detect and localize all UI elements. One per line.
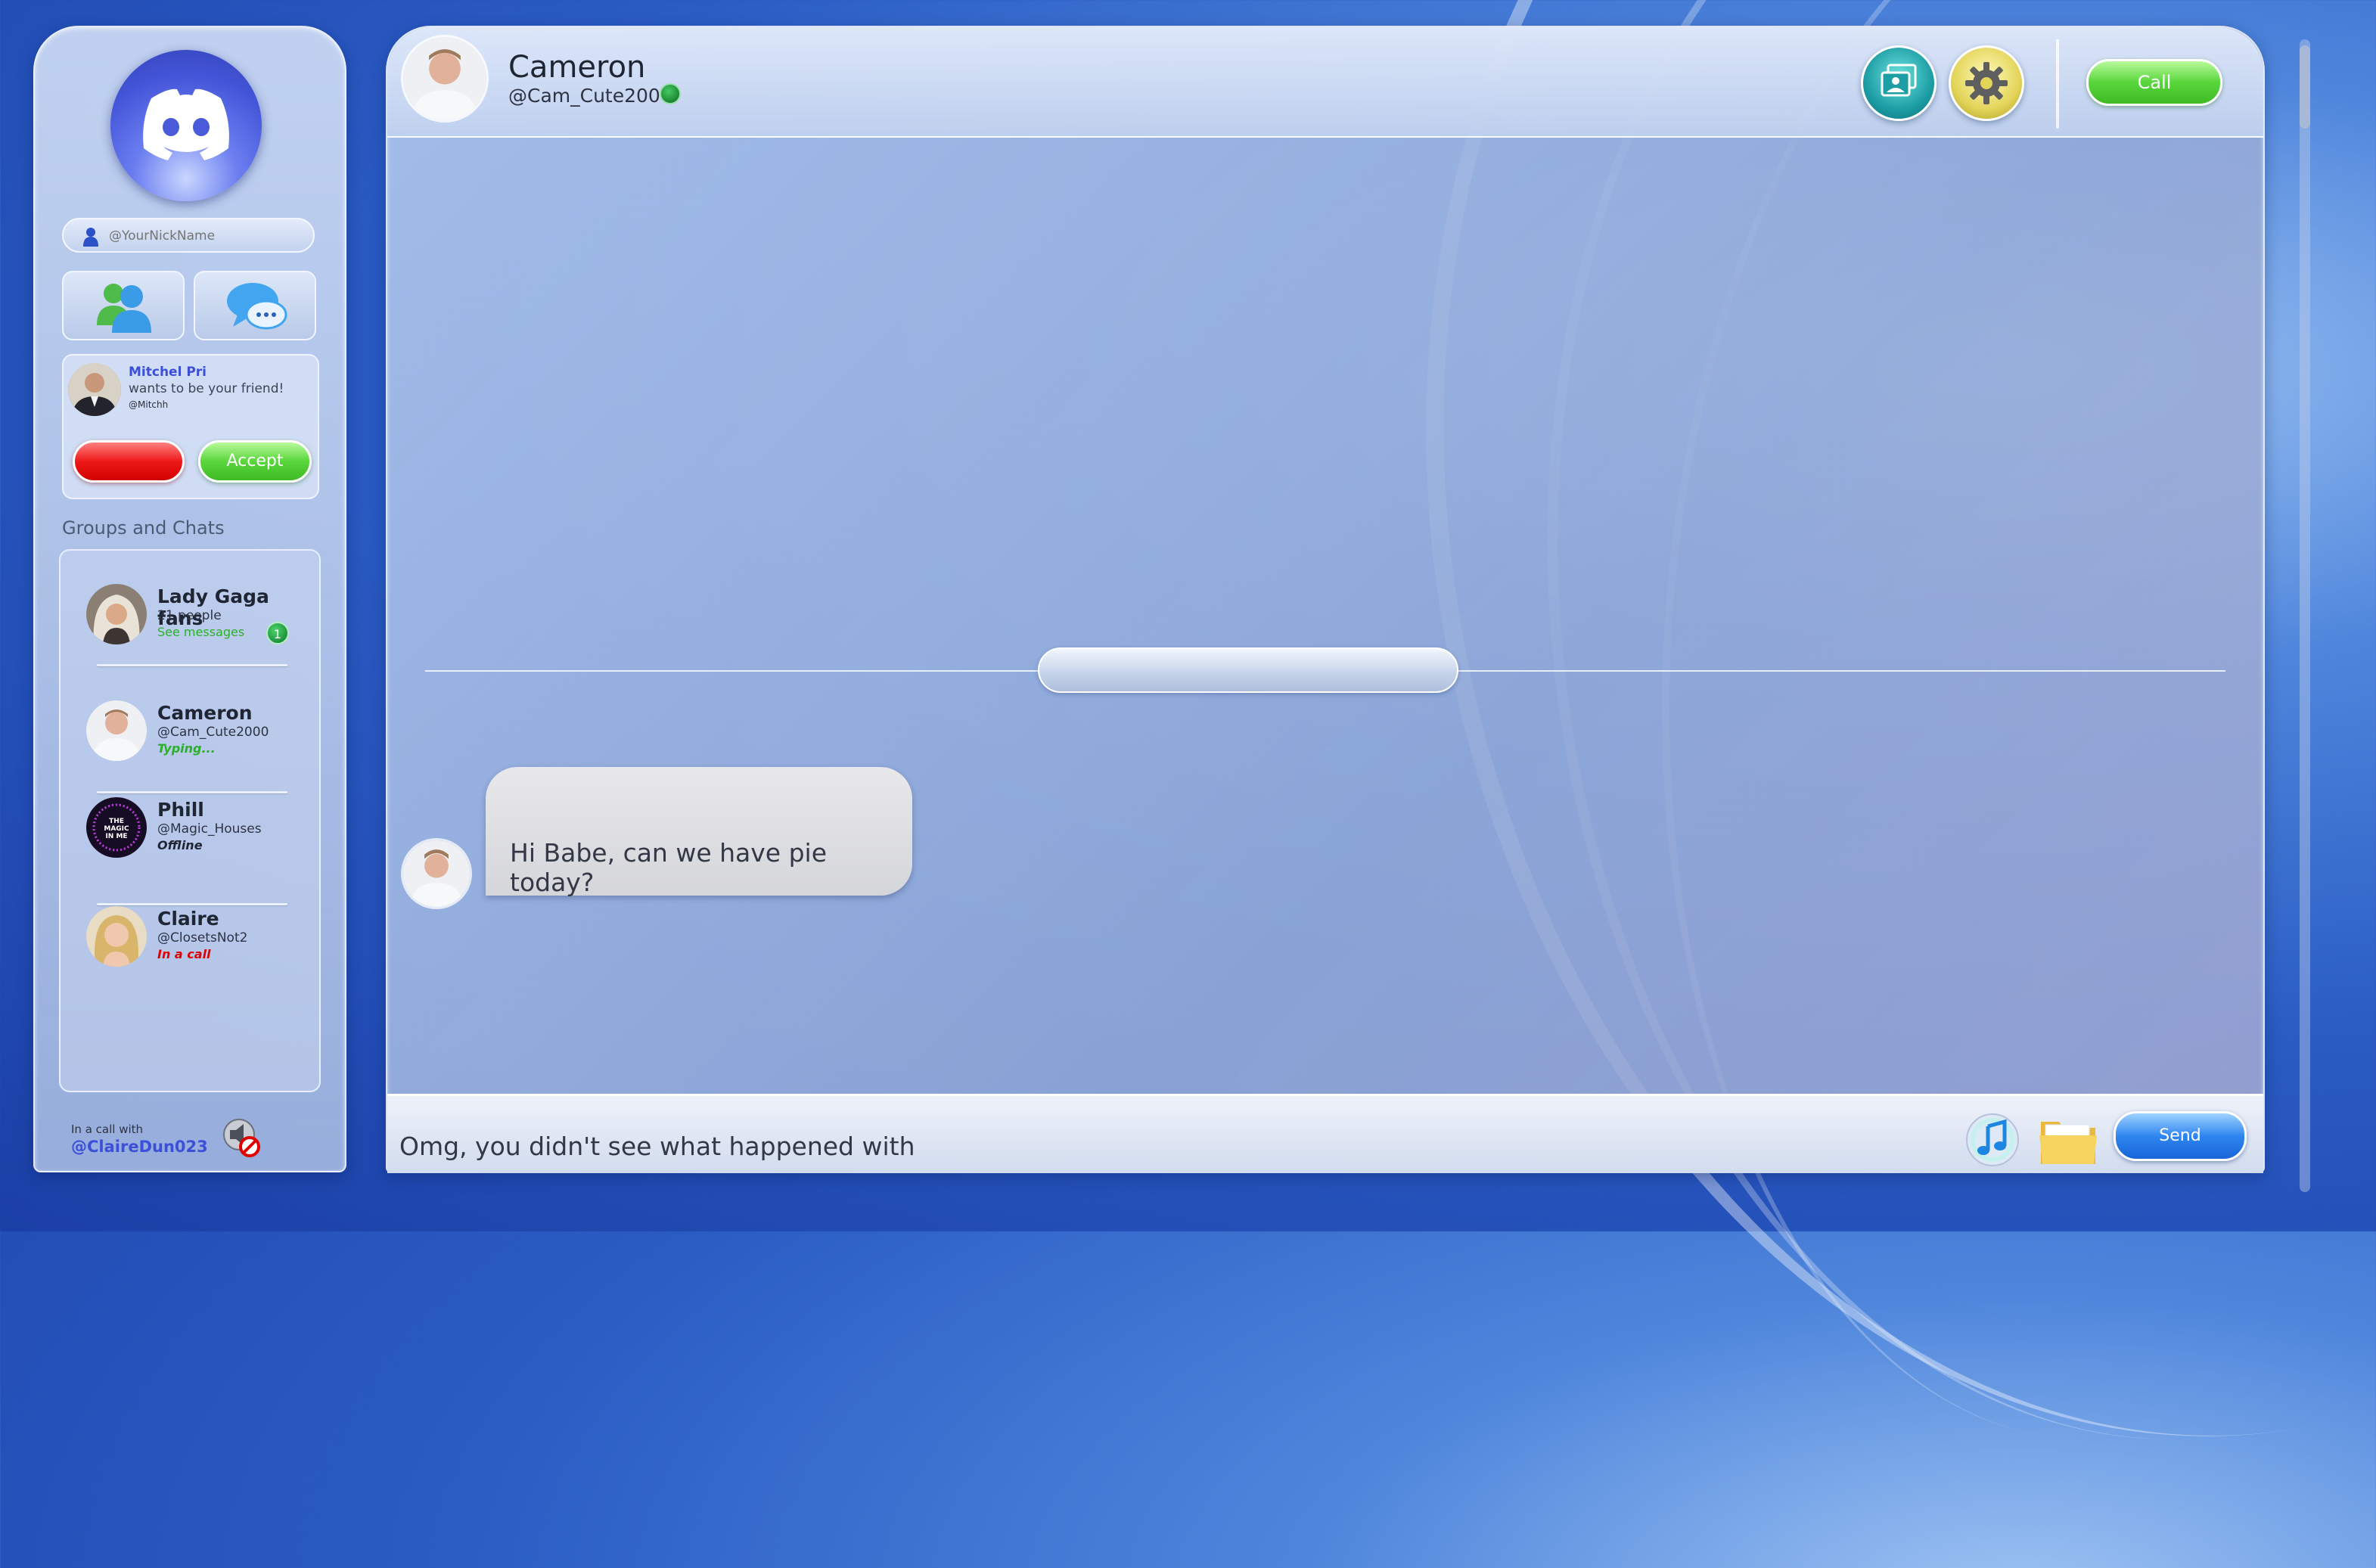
scrollbar-thumb[interactable] xyxy=(2300,45,2310,129)
message-bubble[interactable]: Hi Babe, can we have pie today? xyxy=(486,767,912,897)
chat-name: Claire xyxy=(157,908,219,930)
contact-handle: @Cam_Cute2000 xyxy=(508,85,672,107)
request-message: wants to be your friend! xyxy=(129,381,284,396)
chat-separator xyxy=(97,664,287,666)
message-input[interactable] xyxy=(398,1126,1914,1166)
call-user-link[interactable]: @ClaireDun023 xyxy=(71,1138,208,1156)
muted-speaker-icon[interactable] xyxy=(221,1116,263,1162)
chat-list: Lady Gaga fans 21 people See messages 1 … xyxy=(59,549,321,1092)
discord-logo-icon[interactable] xyxy=(110,50,262,201)
accept-button[interactable]: Accept xyxy=(198,440,312,483)
chat-avatar xyxy=(86,700,147,761)
user-icon xyxy=(82,226,100,250)
chat-window: Cameron @Cam_Cute2000 Call Hi Babe, can … xyxy=(386,26,2265,1173)
nickname-field[interactable] xyxy=(62,218,315,253)
chat-bubble-icon xyxy=(227,283,287,330)
chat-subtitle: @ClosetsNot2 xyxy=(157,930,248,945)
message-text: Hi Babe, can we have pie today? xyxy=(510,838,827,897)
gallery-button[interactable] xyxy=(1861,45,1937,121)
gear-icon xyxy=(1965,62,2008,104)
gallery-icon xyxy=(1881,64,1917,97)
chat-subtitle: 21 people xyxy=(157,608,222,623)
contact-avatar[interactable] xyxy=(401,35,489,123)
message-composer: Send xyxy=(387,1094,2263,1173)
chat-header: Cameron @Cam_Cute2000 Call xyxy=(387,27,2263,138)
online-status-icon xyxy=(660,83,681,104)
chat-avatar: THE MAGIC IN ME xyxy=(86,797,147,858)
header-divider xyxy=(2056,39,2059,129)
chat-name: Cameron xyxy=(157,702,253,724)
chat-item-lady-gaga-fans[interactable]: Lady Gaga fans 21 people See messages xyxy=(61,578,319,661)
decline-button[interactable] xyxy=(73,440,185,483)
chats-button[interactable] xyxy=(194,271,316,340)
svg-text:MAGIC: MAGIC xyxy=(104,825,129,833)
call-status: In a call with @ClaireDun023 xyxy=(71,1122,208,1156)
scrollbar[interactable] xyxy=(2300,39,2310,1192)
sidebar: Mitchel Pri wants to be your friend! @Mi… xyxy=(33,26,346,1172)
date-divider-pill xyxy=(1038,647,1458,693)
svg-text:IN ME: IN ME xyxy=(105,833,127,840)
chat-status: In a call xyxy=(157,947,211,961)
groups-heading: Groups and Chats xyxy=(62,517,225,539)
chat-avatar xyxy=(86,584,147,644)
request-name[interactable]: Mitchel Pri xyxy=(129,365,207,380)
chat-subtitle: @Magic_Houses xyxy=(157,821,262,837)
chat-item-cameron[interactable]: Cameron @Cam_Cute2000 Typing... xyxy=(61,694,319,778)
settings-button[interactable] xyxy=(1949,45,2024,121)
friends-button[interactable] xyxy=(62,271,185,340)
chat-avatar xyxy=(86,906,147,967)
contact-name: Cameron xyxy=(508,50,646,85)
request-avatar xyxy=(68,363,121,416)
folder-button[interactable] xyxy=(2038,1111,2098,1172)
send-button[interactable]: Send xyxy=(2114,1111,2247,1161)
chat-status: Typing... xyxy=(157,741,216,756)
chat-item-phill[interactable]: THE MAGIC IN ME Phill @Magic_Houses Offlin… xyxy=(61,791,319,874)
chat-status: Offline xyxy=(157,838,203,852)
music-icon xyxy=(1966,1113,2019,1166)
unread-badge: 1 xyxy=(266,622,289,644)
folder-icon xyxy=(2039,1122,2097,1164)
see-messages-link[interactable]: See messages xyxy=(157,625,244,639)
nickname-input[interactable] xyxy=(107,224,307,248)
chat-item-claire[interactable]: Claire @ClosetsNot2 In a call xyxy=(61,900,319,983)
music-button[interactable] xyxy=(1964,1111,2021,1172)
message-avatar xyxy=(401,838,472,909)
call-label: In a call with xyxy=(71,1122,144,1136)
chat-name: Phill xyxy=(157,799,204,821)
friends-icon xyxy=(97,284,151,333)
svg-text:THE: THE xyxy=(109,818,124,825)
chat-subtitle: @Cam_Cute2000 xyxy=(157,725,269,740)
friend-request-card: Mitchel Pri wants to be your friend! @Mi… xyxy=(62,354,319,499)
request-handle: @Mitchh xyxy=(129,399,169,410)
call-button[interactable]: Call xyxy=(2086,59,2222,106)
